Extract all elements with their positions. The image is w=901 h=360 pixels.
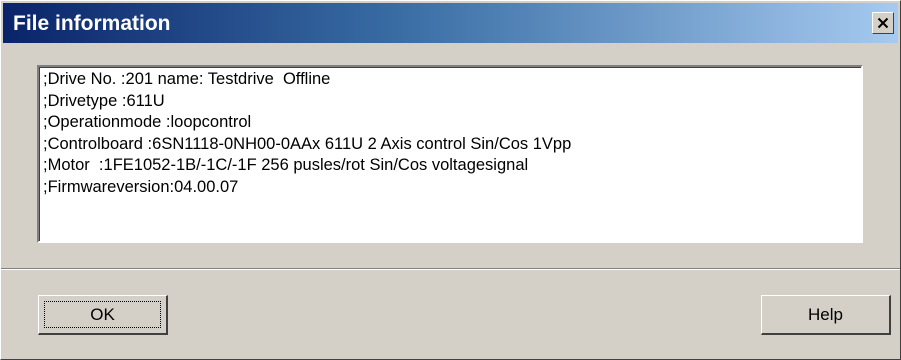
info-line-motor: ;Motor :1FE1052-1B/-1C/-1F 256 pusles/ro…: [43, 156, 529, 174]
info-line-firmware: ;Firmwareversion:04.00.07: [43, 177, 239, 196]
close-icon: [877, 17, 889, 29]
separator-line: [1, 268, 900, 270]
window-title: File information: [13, 12, 171, 35]
info-line-operationmode: ;Operationmode :loopcontrol: [43, 113, 252, 131]
info-line-drive: ;Drive No. :201 name: Testdrive Offline: [43, 70, 331, 88]
file-info-lines: ;Drive No. :201 name: Testdrive Offline …: [43, 69, 571, 198]
close-button[interactable]: [872, 12, 894, 34]
info-line-controlboard: ;Controlboard :6SN1118-0NH00-0AAx 611U 2…: [43, 134, 572, 153]
title-bar[interactable]: File information: [3, 3, 898, 43]
ok-button[interactable]: OK: [38, 295, 168, 335]
info-line-drivetype: ;Drivetype :611U: [43, 91, 165, 110]
file-info-textbox[interactable]: ;Drive No. :201 name: Testdrive Offline …: [37, 65, 863, 243]
ok-button-label: OK: [90, 304, 115, 324]
file-information-dialog: File information ;Drive No. :201 name: T…: [0, 0, 901, 360]
help-button-label: Help: [808, 304, 843, 324]
help-button[interactable]: Help: [761, 295, 891, 335]
